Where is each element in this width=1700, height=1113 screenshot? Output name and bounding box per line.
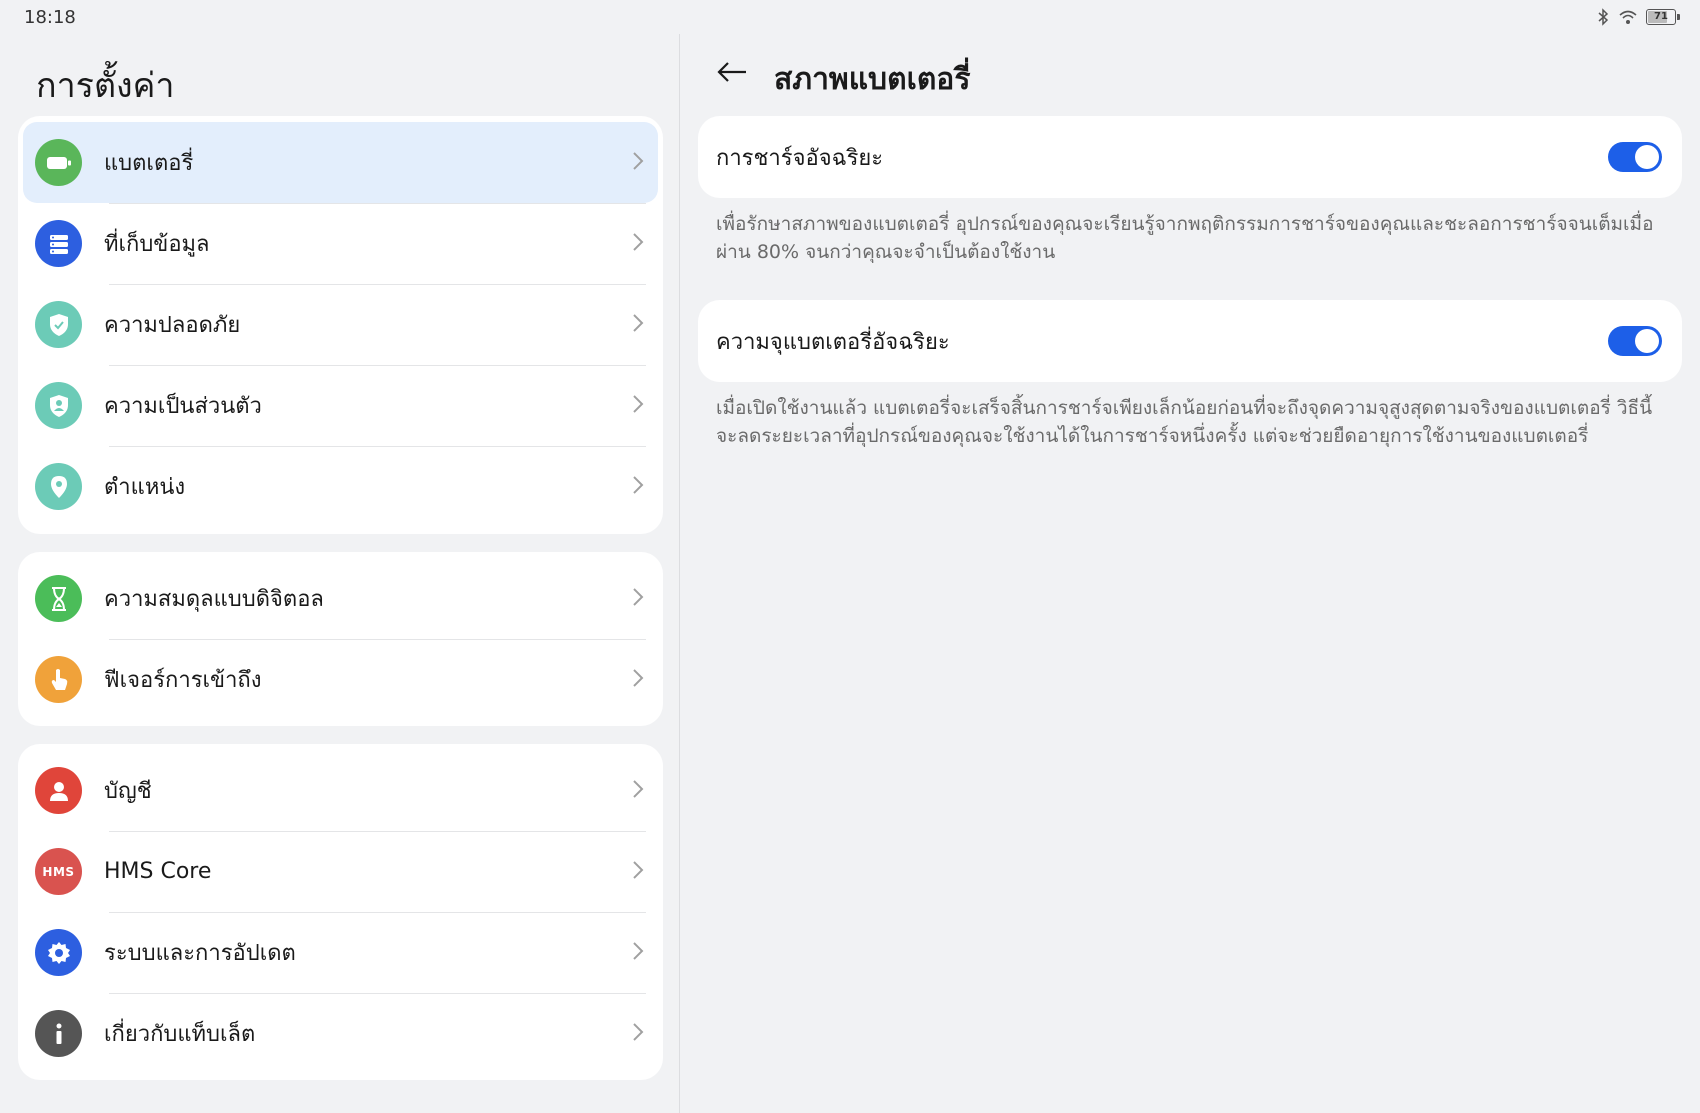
back-button[interactable] [712,54,752,94]
sidebar-item-label: ความสมดุลแบบดิจิตอล [104,587,324,612]
sidebar-item-label: ระบบและการอัปเดต [104,941,296,966]
row-divider [109,639,646,640]
page-title: สภาพแบตเตอรี่ [774,62,971,97]
sidebar-item-privacy[interactable]: ความเป็นส่วนตัว [23,365,658,446]
privacy-shield-icon [35,382,82,429]
sidebar-item-digital-balance[interactable]: ความสมดุลแบบดิจิตอล [23,558,658,639]
row-divider [109,203,646,204]
hourglass-icon [35,575,82,622]
smart-charging-toggle[interactable] [1608,142,1662,172]
sidebar-item-label: ตำแหน่ง [104,475,186,500]
setting-label: ความจุแบตเตอรี่อัจฉริยะ [716,329,950,355]
battery-icon: 71 [1646,9,1680,25]
toggle-knob [1635,145,1659,169]
chevron-right-icon [632,232,644,256]
settings-group-2: ความสมดุลแบบดิจิตอล ฟีเจอร์การเข้าถึง [18,552,663,726]
sidebar-item-label: HMS Core [104,859,212,884]
sidebar-item-label: ความปลอดภัย [104,313,241,338]
sidebar-item-system-update[interactable]: ระบบและการอัปเดต [23,912,658,993]
smart-capacity-setting[interactable]: ความจุแบตเตอรี่อัจฉริยะ [698,300,1682,382]
sidebar-item-label: เกี่ยวกับแท็บเล็ต [104,1022,256,1047]
chevron-right-icon [632,1022,644,1046]
chevron-right-icon [632,313,644,337]
bluetooth-icon [1596,8,1610,26]
row-divider [109,284,646,285]
chevron-right-icon [632,668,644,692]
sidebar-item-label: ฟีเจอร์การเข้าถึง [104,668,262,693]
row-divider [109,365,646,366]
row-divider [109,993,646,994]
storage-icon [35,220,82,267]
sidebar-item-label: แบตเตอรี่ [104,151,194,176]
chevron-right-icon [632,779,644,803]
arrow-left-icon [716,60,748,88]
sidebar-item-hms-core[interactable]: HMS HMS Core [23,831,658,912]
smart-capacity-description: เมื่อเปิดใช้งานแล้ว แบตเตอรี่จะเสร็จสิ้น… [716,397,1653,447]
status-icons: 71 [1596,8,1680,26]
gear-icon [35,929,82,976]
sidebar-item-account[interactable]: บัญชี [23,750,658,831]
battery-level: 71 [1654,11,1668,22]
wifi-icon [1618,9,1638,25]
setting-label: การชาร์จอัจฉริยะ [716,145,884,171]
shield-check-icon [35,301,82,348]
chevron-right-icon [632,941,644,965]
location-pin-icon [35,463,82,510]
chevron-right-icon [632,475,644,499]
sidebar-item-security[interactable]: ความปลอดภัย [23,284,658,365]
smart-charging-setting[interactable]: การชาร์จอัจฉริยะ [698,116,1682,198]
chevron-right-icon [632,394,644,418]
smart-capacity-toggle[interactable] [1608,326,1662,356]
settings-group-1: แบตเตอรี่ ที่เก็บข้อมูล ความปลอดภัย ความ… [18,116,663,534]
pane-divider [679,34,680,1113]
sidebar-item-battery[interactable]: แบตเตอรี่ [23,122,658,203]
chevron-right-icon [632,860,644,884]
row-divider [109,831,646,832]
settings-group-3: บัญชี HMS HMS Core ระบบและการอัปเดต เกี่… [18,744,663,1080]
chevron-right-icon [632,151,644,175]
smart-charging-description: เพื่อรักษาสภาพของแบตเตอรี่ อุปกรณ์ของคุณ… [716,213,1654,263]
sidebar-item-label: บัญชี [104,779,152,804]
status-time: 18:18 [24,6,76,28]
sidebar-item-location[interactable]: ตำแหน่ง [23,446,658,527]
hms-icon: HMS [35,848,82,895]
sidebar-item-about-tablet[interactable]: เกี่ยวกับแท็บเล็ต [23,993,658,1074]
chevron-right-icon [632,587,644,611]
hand-pointer-icon [35,656,82,703]
row-divider [109,912,646,913]
status-bar: 18:18 71 [0,0,1700,34]
info-icon [35,1010,82,1057]
sidebar-item-label: ความเป็นส่วนตัว [104,394,262,419]
sidebar-item-accessibility[interactable]: ฟีเจอร์การเข้าถึง [23,639,658,720]
row-divider [109,446,646,447]
sidebar-item-storage[interactable]: ที่เก็บข้อมูล [23,203,658,284]
user-icon [35,767,82,814]
hms-icon-text: HMS [42,864,75,879]
page-title: การตั้งค่า [36,66,175,106]
battery-icon [35,139,82,186]
toggle-knob [1635,329,1659,353]
sidebar-item-label: ที่เก็บข้อมูล [104,232,210,257]
